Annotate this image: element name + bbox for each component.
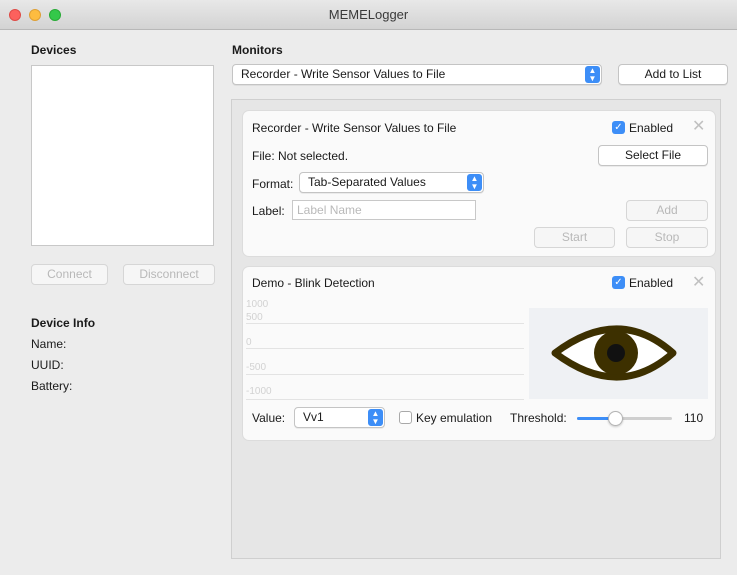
recorder-title: Recorder - Write Sensor Values to File [252,121,457,135]
file-status-text: File: Not selected. [252,149,349,163]
monitor-type-value: Recorder - Write Sensor Values to File [241,67,446,81]
label-name-input[interactable]: Label Name [292,200,476,220]
chevron-updown-icon: ▲ ▼ [467,174,482,191]
gridline [246,348,524,349]
threshold-label: Threshold: [510,411,567,425]
value-select[interactable]: Vv1 ▲ ▼ [294,407,385,428]
recorder-enabled-checkbox[interactable]: ✓ [612,121,625,134]
monitors-heading: Monitors [232,43,283,57]
stop-button[interactable]: Stop [626,227,708,248]
close-icon[interactable]: ✕ [692,119,705,135]
recorder-enabled-label: Enabled [629,121,674,135]
checkmark-icon: ✓ [614,277,623,288]
label-label: Label: [252,204,285,218]
tick-label: -1000 [246,386,272,397]
devices-list[interactable] [31,65,214,246]
disconnect-button[interactable]: Disconnect [123,264,215,285]
signal-chart: 1000 500 0 -500 -1000 [246,299,524,400]
threshold-slider-track[interactable] [577,417,672,420]
device-battery-label: Battery: [31,379,73,393]
device-uuid-label: UUID: [31,358,64,372]
eye-icon [551,325,677,381]
window-title: MEMELogger [328,7,409,22]
tick-label: -500 [246,362,267,373]
add-label-button[interactable]: Add [626,200,708,221]
format-value: Tab-Separated Values [308,175,426,189]
chevron-updown-icon: ▲ ▼ [368,409,383,426]
monitor-type-select[interactable]: Recorder - Write Sensor Values to File ▲… [232,64,602,85]
blink-enabled-label: Enabled [629,276,674,290]
blink-indicator [529,308,708,399]
tick-label: 1000 [246,299,269,310]
format-label: Format: [252,177,294,191]
add-to-list-button[interactable]: Add to List [618,64,728,85]
devices-heading: Devices [31,43,77,57]
chevron-updown-icon: ▲ ▼ [585,66,600,83]
format-select[interactable]: Tab-Separated Values ▲ ▼ [299,172,484,193]
tick-label: 500 [246,312,263,323]
gridline [246,374,524,375]
threshold-value: 110 [684,411,704,425]
select-file-button[interactable]: Select File [598,145,708,166]
device-info-heading: Device Info [31,316,96,330]
key-emulation-checkbox[interactable] [399,411,412,424]
gridline [246,323,524,324]
close-icon[interactable]: ✕ [692,275,705,291]
blink-title: Demo - Blink Detection [252,276,375,290]
title-bar: MEMELogger [0,0,737,30]
start-button[interactable]: Start [534,227,615,248]
value-label: Value: [252,411,286,425]
threshold-slider-knob[interactable] [607,411,623,426]
value-selected: Vv1 [303,410,324,424]
checkmark-icon: ✓ [614,122,623,133]
blink-enabled-checkbox[interactable]: ✓ [612,276,625,289]
tick-label: 0 [246,337,252,348]
device-name-label: Name: [31,337,67,351]
key-emulation-label: Key emulation [416,411,493,425]
connect-button[interactable]: Connect [31,264,108,285]
gridline [246,399,524,400]
